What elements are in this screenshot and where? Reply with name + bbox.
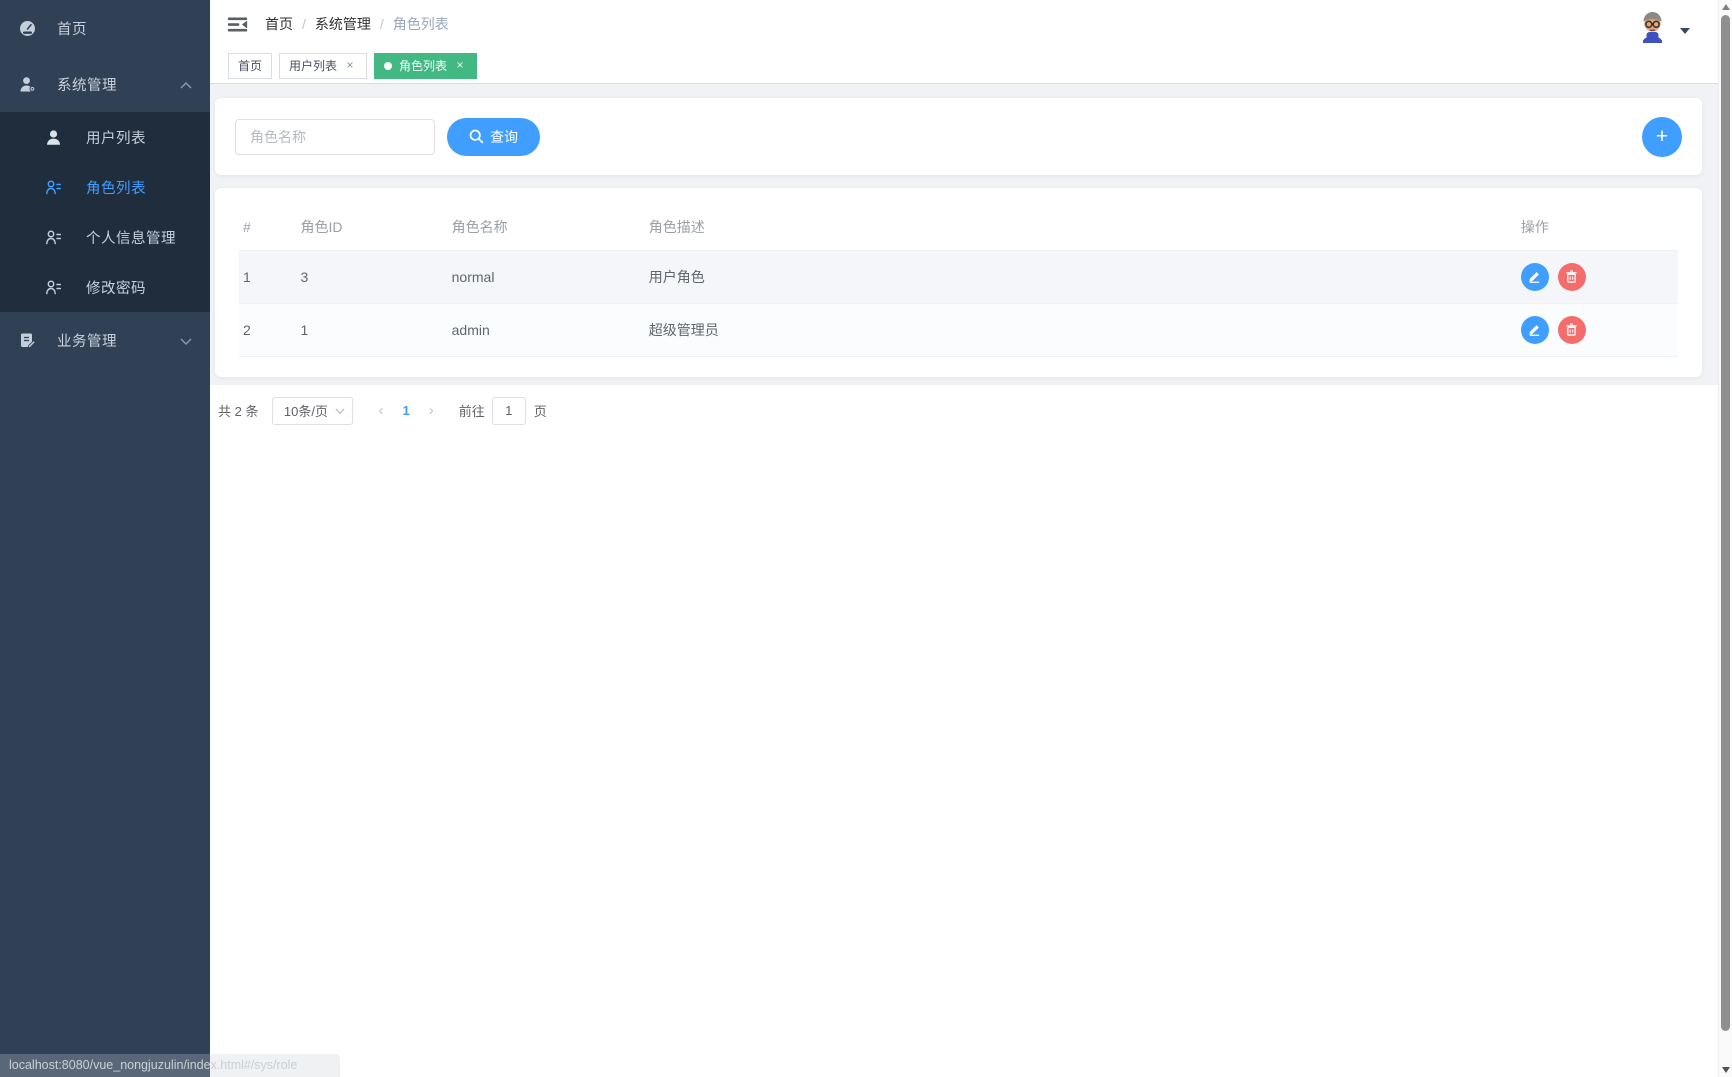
workspace: 查询 + # 角色ID 角色名称 角色描述 操作 1	[210, 84, 1718, 385]
goto-label: 前往	[458, 404, 485, 419]
user-list-icon	[45, 179, 62, 196]
sidebar-item-label: 修改密码	[86, 280, 146, 297]
delete-button[interactable]	[1557, 315, 1586, 344]
main-area: 首页 / 系统管理 / 角色列表 首页 用户列表 × 角色列表 × 角色名称 查…	[210, 0, 1718, 1077]
row-actions	[1520, 304, 1674, 356]
edit-button[interactable]	[1520, 315, 1549, 344]
document-edit-icon	[19, 332, 36, 349]
active-tab-dot	[384, 61, 393, 70]
sidebar-item-user-list[interactable]: 用户列表	[0, 112, 210, 162]
query-button-label: 查询	[490, 128, 518, 145]
column-header-role-desc: 角色描述	[648, 218, 705, 235]
search-card: 查询 +	[215, 98, 1702, 175]
user-list-icon	[45, 229, 62, 246]
cell-index: 2	[239, 302, 297, 357]
search-icon	[469, 129, 484, 144]
scroll-up-arrow-icon[interactable]	[1722, 4, 1730, 10]
column-header-index: #	[243, 218, 251, 235]
breadcrumb-current-page: 角色列表	[392, 16, 449, 32]
sidebar-item-change-password[interactable]: 修改密码	[0, 262, 210, 312]
tags-view-bar: 首页 用户列表 × 角色列表 ×	[210, 48, 1718, 84]
close-icon[interactable]: ×	[343, 58, 357, 73]
breadcrumb-home[interactable]: 首页	[265, 14, 293, 34]
tab-label: 用户列表	[289, 59, 338, 73]
sidebar-item-system-mgmt[interactable]: 系统管理	[0, 56, 210, 112]
column-header-role-id: 角色ID	[300, 218, 343, 235]
scrollbar-thumb[interactable]	[1721, 15, 1730, 1031]
column-header-actions: 操作	[1520, 218, 1549, 235]
cell-role-name: normal	[447, 249, 645, 303]
breadcrumb-separator: /	[379, 16, 384, 32]
user-gear-icon	[19, 76, 36, 93]
table-row: 2 1 admin 超级管理员	[239, 302, 1678, 357]
caret-down-icon[interactable]	[1680, 27, 1690, 34]
page-size-value: 10条/页	[283, 404, 328, 419]
pagination-total: 共 2 条	[218, 404, 259, 419]
cell-role-desc: 超级管理员	[644, 302, 1517, 357]
query-button[interactable]: 查询	[447, 117, 540, 156]
trash-icon	[1566, 323, 1577, 336]
page-size-select[interactable]: 10条/页	[272, 396, 354, 425]
sidebar-item-label: 系统管理	[57, 77, 117, 94]
breadcrumb-system-mgmt[interactable]: 系统管理	[315, 14, 371, 34]
sidebar-item-label: 个人信息管理	[86, 230, 176, 247]
tab-role-list[interactable]: 角色列表 ×	[374, 52, 478, 79]
tab-home[interactable]: 首页	[228, 52, 273, 79]
column-header-role-name: 角色名称	[451, 218, 508, 235]
current-page-number[interactable]: 1	[392, 403, 419, 418]
sidebar-item-profile-mgmt[interactable]: 个人信息管理	[0, 212, 210, 262]
user-icon	[45, 129, 62, 146]
sidebar-item-label: 首页	[57, 21, 87, 38]
next-page-button[interactable]: ›	[420, 402, 443, 419]
breadcrumb-separator: /	[302, 16, 306, 32]
cell-role-id: 3	[296, 249, 448, 303]
edit-pencil-icon	[1529, 272, 1540, 283]
add-role-button[interactable]: +	[1642, 116, 1682, 157]
sidebar-item-label: 用户列表	[86, 130, 146, 147]
prev-page-button[interactable]: ‹	[369, 402, 392, 419]
sidebar: 首页 系统管理 用户列表 角色列表 个人信息管理 修改密码 业务管理	[0, 0, 210, 1077]
tab-label: 角色列表	[399, 59, 448, 73]
cell-role-desc: 用户角色	[644, 249, 1517, 303]
table-row: 1 3 normal 用户角色	[239, 249, 1678, 303]
sidebar-item-home[interactable]: 首页	[0, 0, 210, 56]
sidebar-item-label: 业务管理	[57, 333, 117, 350]
goto-page-input[interactable]	[491, 396, 526, 425]
chevron-up-icon	[180, 76, 192, 92]
user-list-icon	[45, 279, 62, 296]
tab-user-list[interactable]: 用户列表 ×	[279, 52, 368, 79]
avatar[interactable]	[1634, 6, 1671, 43]
system-mgmt-submenu: 用户列表 角色列表 个人信息管理 修改密码	[0, 112, 210, 312]
chevron-down-icon	[335, 408, 345, 415]
role-table: # 角色ID 角色名称 角色描述 操作 1 3 normal 用户角色 2 1 …	[239, 204, 1678, 357]
breadcrumb: 首页 / 系统管理 / 角色列表	[265, 14, 449, 34]
pagination: 共 2 条 10条/页 ‹ 1 › 前往 页	[218, 396, 1718, 425]
table-header-row: # 角色ID 角色名称 角色描述 操作	[239, 204, 1678, 250]
dashboard-icon	[19, 20, 36, 37]
chevron-down-icon	[180, 332, 192, 348]
tab-label: 首页	[238, 59, 263, 73]
hamburger-icon[interactable]	[227, 14, 248, 35]
edit-button[interactable]	[1520, 262, 1549, 291]
vertical-scrollbar	[1718, 0, 1732, 1077]
sidebar-item-business-mgmt[interactable]: 业务管理	[0, 312, 210, 368]
scroll-down-arrow-icon[interactable]	[1722, 1067, 1730, 1073]
page-unit-label: 页	[533, 404, 547, 419]
sidebar-item-label: 角色列表	[86, 180, 146, 197]
role-table-card: # 角色ID 角色名称 角色描述 操作 1 3 normal 用户角色 2 1 …	[215, 188, 1702, 377]
close-icon[interactable]: ×	[453, 58, 467, 73]
trash-icon	[1566, 270, 1577, 283]
cell-index: 1	[239, 249, 297, 303]
role-name-search-input[interactable]	[235, 118, 435, 155]
cell-role-name: admin	[447, 302, 645, 357]
row-actions	[1520, 251, 1674, 303]
navbar-right	[1634, 6, 1690, 43]
edit-pencil-icon	[1529, 325, 1540, 336]
navbar: 首页 / 系统管理 / 角色列表	[210, 0, 1718, 48]
sidebar-item-role-list[interactable]: 角色列表	[0, 162, 210, 212]
cell-role-id: 1	[296, 302, 448, 357]
status-url-bubble: localhost:8080/vue_nongjuzulin/index.htm…	[0, 1054, 340, 1077]
delete-button[interactable]	[1557, 262, 1586, 291]
